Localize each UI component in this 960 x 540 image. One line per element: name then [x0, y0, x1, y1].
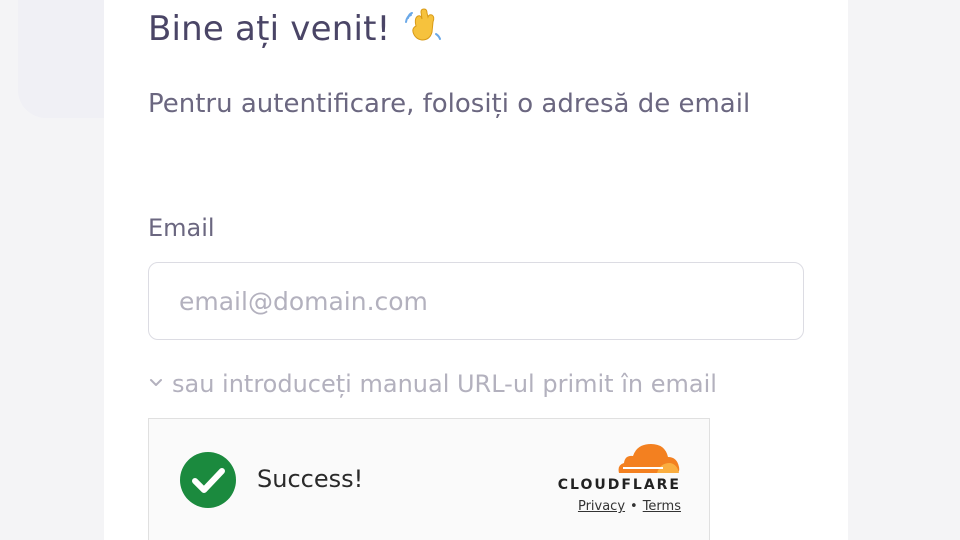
- email-input[interactable]: [148, 262, 804, 340]
- page-title: Bine ați venit!: [148, 4, 444, 49]
- terms-link[interactable]: Terms: [643, 499, 681, 514]
- intro-text: Pentru autentificare, folosiți o adresă …: [148, 89, 751, 119]
- manual-url-text: sau introduceți manual URL-ul primit în …: [172, 370, 717, 398]
- privacy-link[interactable]: Privacy: [578, 499, 625, 514]
- page-title-text: Bine ați venit!: [148, 9, 391, 49]
- cloudflare-cloud-icon: [618, 444, 680, 473]
- manual-url-toggle[interactable]: sau introduceți manual URL-ul primit în …: [148, 370, 717, 398]
- cloudflare-logo: CLOUDFLARE: [541, 441, 681, 493]
- login-card: Bine ați venit! Pentru autentificare, fo…: [104, 0, 848, 540]
- email-label: Email: [148, 214, 215, 242]
- chevron-down-icon: [150, 379, 162, 386]
- captcha-widget: Success! CLOUDFLARE Privacy • Terms: [148, 418, 710, 540]
- cloudflare-wordmark: CLOUDFLARE: [557, 477, 681, 493]
- check-circle-icon: [180, 452, 236, 508]
- captcha-status: Success!: [257, 465, 364, 493]
- captcha-links: Privacy • Terms: [578, 499, 681, 514]
- waving-hand-icon: [405, 8, 442, 41]
- link-separator: •: [630, 499, 638, 514]
